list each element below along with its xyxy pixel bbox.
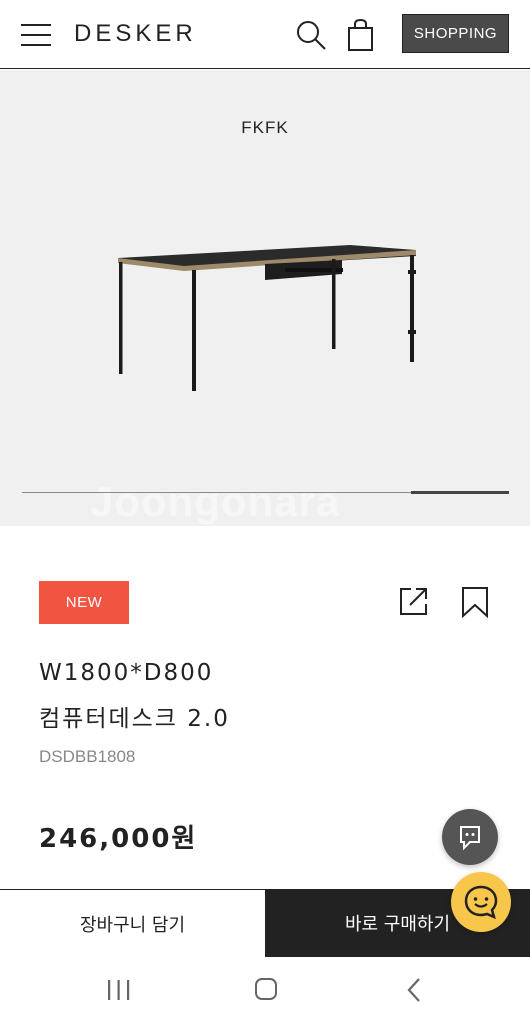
product-sku: DSDBB1808 (39, 747, 136, 766)
image-caption: FKFK (241, 118, 289, 137)
product-title-line2: 컴퓨터데스크 2.0 (39, 706, 230, 732)
search-icon[interactable] (295, 19, 327, 51)
menu-icon[interactable] (21, 22, 51, 48)
shopping-bag-icon[interactable] (346, 18, 376, 52)
system-navigation-bar (0, 957, 530, 1024)
add-to-cart-button[interactable]: 장바구니 담기 (0, 889, 265, 957)
back-icon[interactable] (404, 977, 424, 1003)
brand-logo[interactable]: DESKER (74, 20, 197, 48)
top-header: DESKER SHOPPING (0, 0, 530, 69)
share-icon[interactable] (397, 584, 431, 618)
chat-icon (460, 826, 480, 851)
home-icon[interactable] (254, 977, 278, 1001)
chat-button[interactable] (442, 809, 498, 865)
watermark-text: Joongonara (90, 478, 341, 525)
product-price: 246,000원 (39, 824, 198, 854)
carousel-indicator[interactable] (411, 491, 509, 494)
desk-product-image (118, 245, 416, 391)
talk-button[interactable] (451, 872, 511, 932)
product-image-carousel[interactable]: FKFK Joongonara (0, 70, 530, 526)
recent-apps-icon[interactable] (106, 979, 132, 1001)
bookmark-icon[interactable] (460, 585, 490, 619)
talk-bubble-icon (464, 885, 498, 920)
new-badge: NEW (39, 581, 129, 624)
product-title-line1: W1800*D800 (39, 660, 214, 686)
shopping-button[interactable]: SHOPPING (402, 14, 509, 53)
